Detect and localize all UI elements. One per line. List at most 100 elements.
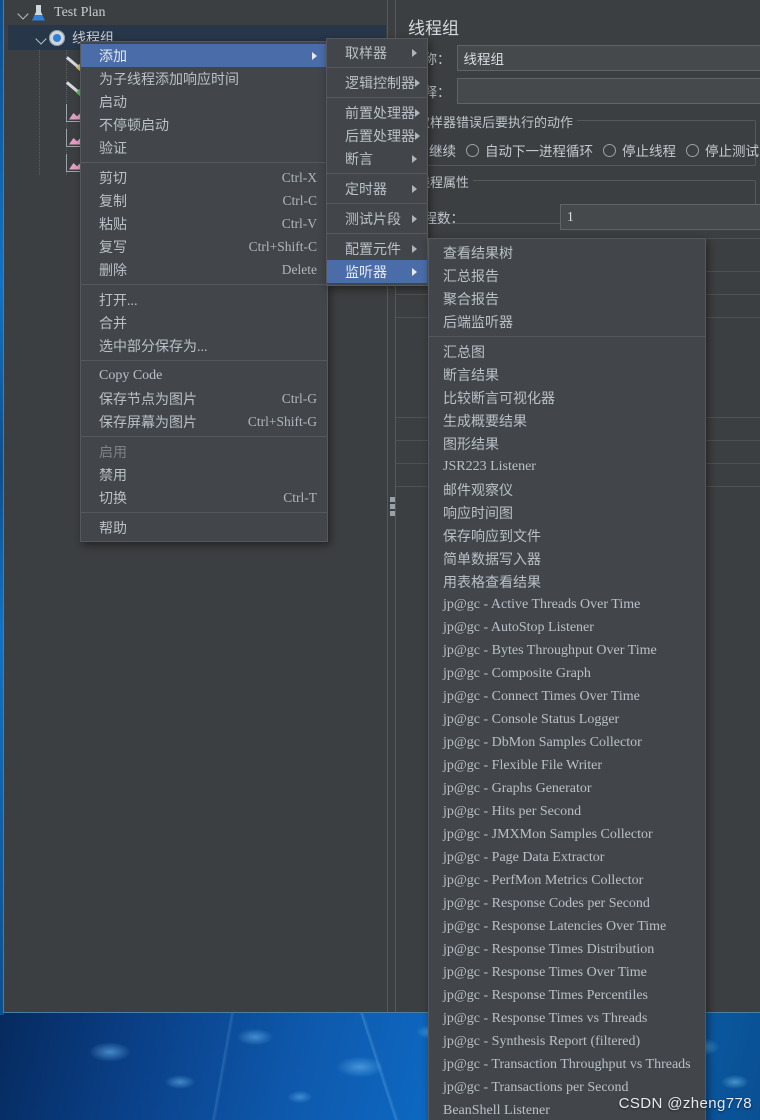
menu-item-label: 响应时间图 [443,506,513,522]
add-menu-item[interactable]: 前置处理器 [327,101,427,124]
listener-menu-item[interactable]: 保存响应到文件 [429,524,705,547]
listener-menu-item[interactable]: 汇总报告 [429,264,705,287]
add-menu-item[interactable]: 定时器 [327,177,427,200]
listener-submenu[interactable]: 查看结果树汇总报告聚合报告后端监听器汇总图 断言结果 比较断言可视化器 生成概要结果图… [428,238,706,1120]
error-action-radio-group[interactable]: 继续 自动下一进程循环 停止线程 停止测试 [410,140,760,160]
context-menu-item[interactable]: 选中部分保存为... [81,334,327,357]
context-menu-item[interactable]: 为子线程添加响应时间 [81,67,327,90]
listener-menu-item[interactable]: jp@gc - Response Latencies Over Time [429,915,705,938]
listener-menu-item[interactable]: 图形结果 [429,432,705,455]
menu-item-label: 切换 [99,491,127,507]
divider-grip[interactable] [390,497,395,518]
context-menu-item: 启用 [81,440,327,463]
context-menu-item[interactable]: 合并 [81,311,327,334]
menu-item-label: 配置元件 [345,242,401,258]
context-menu-item[interactable]: 切换 Ctrl-T [81,486,327,509]
listener-menu-item[interactable]: 查看结果树 [429,241,705,264]
listener-menu-item[interactable]: jp@gc - Page Data Extractor [429,846,705,869]
context-menu-item[interactable]: 添加 [81,44,327,67]
listener-menu-item[interactable]: jp@gc - AutoStop Listener [429,616,705,639]
context-menu-item[interactable]: 不停顿启动 [81,113,327,136]
context-menu-item[interactable]: 保存屏幕为图片 Ctrl+Shift-G [81,410,327,433]
listener-menu-item[interactable]: jp@gc - PerfMon Metrics Collector [429,869,705,892]
listener-menu-item[interactable]: jp@gc - Console Status Logger [429,708,705,731]
tree-context-menu[interactable]: 添加为子线程添加响应时间 启动 不停顿启动 验证剪切 Ctrl-X 复制 Ctrl-C 粘贴 C… [80,41,328,542]
menu-item-label: 聚合报告 [443,292,499,308]
context-menu-item[interactable]: 复写 Ctrl+Shift-C [81,235,327,258]
error-action-radio[interactable]: 自动下一进程循环 [466,140,593,160]
listener-menu-item[interactable]: 断言结果 [429,363,705,386]
listener-menu-item[interactable]: 用表格查看结果 [429,570,705,593]
radio-icon[interactable] [466,143,479,157]
listener-menu-item[interactable]: 邮件观察仪 [429,478,705,501]
error-action-radio[interactable]: 停止线程 [603,140,676,160]
context-menu-item[interactable]: 禁用 [81,463,327,486]
listener-menu-item[interactable]: jp@gc - Bytes Throughput Over Time [429,639,705,662]
add-menu-item[interactable]: 逻辑控制器 [327,71,427,94]
listener-menu-item[interactable]: jp@gc - Response Times Percentiles [429,984,705,1007]
menu-item-label: 邮件观察仪 [443,483,513,499]
listener-menu-item[interactable]: 比较断言可视化器 [429,386,705,409]
radio-icon[interactable] [603,143,616,157]
menu-item-label: jp@gc - Graphs Generator [443,780,592,796]
listener-menu-item[interactable]: jp@gc - Response Codes per Second [429,892,705,915]
add-menu-item[interactable]: 断言 [327,147,427,170]
listener-menu-item[interactable]: jp@gc - Response Times vs Threads [429,1007,705,1030]
listener-menu-item[interactable]: jp@gc - Hits per Second [429,800,705,823]
comment-input[interactable] [456,78,760,104]
chevron-down-icon[interactable] [34,31,48,45]
menu-item-shortcut: Delete [281,261,317,277]
listener-menu-item[interactable]: 生成概要结果 [429,409,705,432]
menu-item-label: jp@gc - Response Times Over Time [443,964,647,980]
menu-item-label: 汇总报告 [443,269,499,285]
menu-separator [81,162,327,163]
listener-menu-item[interactable]: jp@gc - JMXMon Samples Collector [429,823,705,846]
listener-menu-item[interactable]: 聚合报告 [429,287,705,310]
chevron-down-icon[interactable] [16,6,30,20]
menu-item-label: 保存节点为图片 [99,392,197,408]
listener-menu-item[interactable]: jp@gc - Response Times Distribution [429,938,705,961]
listener-menu-item[interactable]: 后端监听器 [429,310,705,333]
listener-menu-item[interactable]: jp@gc - Flexible File Writer [429,754,705,777]
listener-menu-item[interactable]: jp@gc - Graphs Generator [429,777,705,800]
listener-menu-item[interactable]: jp@gc - DbMon Samples Collector [429,731,705,754]
listener-menu-item[interactable]: jp@gc - Synthesis Report (filtered) [429,1030,705,1053]
add-menu-item[interactable]: 配置元件 [327,237,427,260]
name-input[interactable] [456,45,760,71]
listener-menu-item[interactable]: jp@gc - Active Threads Over Time [429,593,705,616]
listener-menu-item[interactable]: jp@gc - Composite Graph [429,662,705,685]
add-menu-item[interactable]: 测试片段 [327,207,427,230]
context-menu-item[interactable]: Copy Code [81,364,327,387]
add-submenu[interactable]: 取样器逻辑控制器前置处理器 后置处理器 断言定时器测试片段配置元件监听器 [326,38,428,286]
context-menu-item[interactable]: 保存节点为图片 Ctrl-G [81,387,327,410]
context-menu-item[interactable]: 帮助 [81,516,327,539]
error-action-radio[interactable]: 停止测试 [686,140,759,160]
menu-item-shortcut: Ctrl-V [281,215,317,231]
listener-menu-item[interactable]: 汇总图 [429,340,705,363]
context-menu-item[interactable]: 启动 [81,90,327,113]
radio-icon[interactable] [686,143,699,157]
listener-menu-item[interactable]: 简单数据写入器 [429,547,705,570]
menu-item-shortcut: Ctrl+Shift-C [248,238,317,254]
menu-item-shortcut: Ctrl-T [283,489,317,505]
menu-item-label: 保存屏幕为图片 [99,415,197,431]
add-menu-item[interactable]: 后置处理器 [327,124,427,147]
listener-menu-item[interactable]: jp@gc - Transaction Throughput vs Thread… [429,1053,705,1076]
context-menu-item[interactable]: 粘贴 Ctrl-V [81,212,327,235]
context-menu-item[interactable]: 验证 [81,136,327,159]
add-menu-item[interactable]: 监听器 [327,260,427,283]
context-menu-item[interactable]: 复制 Ctrl-C [81,189,327,212]
watermark-text: CSDN @zheng778 [618,1095,752,1112]
context-menu-item[interactable]: 剪切 Ctrl-X [81,166,327,189]
listener-menu-item[interactable]: 响应时间图 [429,501,705,524]
menu-item-label: 粘贴 [99,217,127,233]
listener-menu-item[interactable]: jp@gc - Connect Times Over Time [429,685,705,708]
context-menu-item[interactable]: 删除 Delete [81,258,327,281]
tree-node[interactable]: Test Plan [8,0,386,25]
menu-item-label: 添加 [99,49,127,65]
context-menu-item[interactable]: 打开... [81,288,327,311]
thread-count-input[interactable] [560,204,760,230]
listener-menu-item[interactable]: JSR223 Listener [429,455,705,478]
add-menu-item[interactable]: 取样器 [327,41,427,64]
listener-menu-item[interactable]: jp@gc - Response Times Over Time [429,961,705,984]
